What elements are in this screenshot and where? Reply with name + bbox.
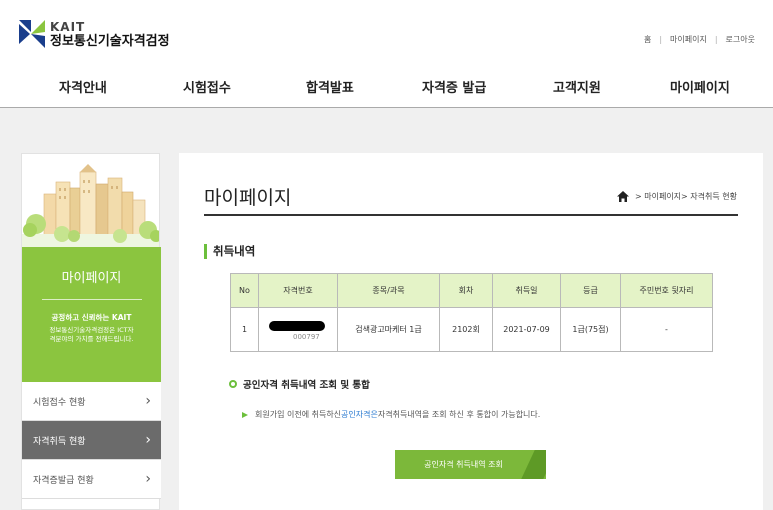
breadcrumb: > 마이페이지 > 자격취득 현황 bbox=[616, 191, 737, 202]
cert-lookup-button[interactable]: 공인자격 취득내역 조회 bbox=[395, 450, 546, 479]
gnb-item-results[interactable]: 합격발표 bbox=[306, 77, 354, 96]
section-bar bbox=[204, 243, 207, 259]
site-logo[interactable]: KAIT 정보통신기술자격검정 bbox=[19, 20, 170, 48]
chevron-right-icon: › bbox=[145, 471, 151, 487]
column-header: 주민번호 뒷자리 bbox=[620, 273, 713, 308]
cell-subject: 검색광고마케터 1급 bbox=[337, 307, 440, 352]
title-divider bbox=[204, 214, 738, 216]
table-row: 1 000797 검색광고마케터 1급 2102회 2021-07-09 1급(… bbox=[230, 307, 713, 352]
sidebar-description: 정보통신기술자격검정은 ICT자격분야의 가치를 전해드립니다. bbox=[49, 326, 134, 343]
column-header: 회차 bbox=[439, 273, 493, 308]
sidebar-title: 마이페이지 bbox=[61, 271, 122, 286]
util-home-link[interactable]: 홈 bbox=[644, 34, 651, 45]
cell-date: 2021-07-09 bbox=[492, 307, 561, 352]
section-title: 취득내역 bbox=[213, 244, 256, 258]
sidebar-item-label: 자격취득 현황 bbox=[33, 436, 86, 447]
sidebar-item-label: 시험접수 현황 bbox=[33, 397, 86, 408]
main-content: 마이페이지 > 마이페이지 > 자격취득 현황 취득내역 No 자격번호 종목/… bbox=[179, 153, 763, 510]
column-header: 등급 bbox=[560, 273, 621, 308]
sidebar-menu: 시험접수 현황 › 자격취득 현황 › 자격증발급 현황 › bbox=[22, 382, 161, 499]
gnb-item-support[interactable]: 고객지원 bbox=[553, 77, 601, 96]
utility-links: 홈 | 마이페이지 | 로그아웃 bbox=[644, 34, 755, 45]
chevron-right-icon: › bbox=[145, 432, 151, 448]
cell-cert-no: 000797 bbox=[258, 307, 338, 352]
logo-name-text: 정보통신기술자격검정 bbox=[50, 33, 170, 49]
circle-bullet-icon bbox=[229, 380, 237, 388]
sidebar-item-cert-status[interactable]: 자격취득 현황 › bbox=[22, 421, 161, 460]
cell-rrn: - bbox=[620, 307, 713, 352]
util-mypage-link[interactable]: 마이페이지 bbox=[670, 34, 707, 45]
column-header: 자격번호 bbox=[258, 273, 338, 308]
logo-kait-text: KAIT bbox=[50, 19, 86, 34]
gnb-item-cert-issue[interactable]: 자격증 발급 bbox=[422, 77, 486, 96]
table-header-row: No 자격번호 종목/과목 회차 취득일 등급 주민번호 뒷자리 bbox=[230, 273, 713, 308]
gnb-item-cert-info[interactable]: 자격안내 bbox=[59, 77, 107, 96]
top-header: KAIT 정보통신기술자격검정 홈 | 마이페이지 | 로그아웃 자격안내 시험… bbox=[0, 0, 773, 108]
sidebar-slogan: 공정하고 신뢰하는 KAIT bbox=[51, 313, 132, 322]
column-header: 취득일 bbox=[492, 273, 561, 308]
breadcrumb-item-current: 자격취득 현황 bbox=[690, 192, 737, 201]
page-title: 마이페이지 bbox=[204, 187, 292, 209]
cert-lookup-button-label: 공인자격 취득내역 조회 bbox=[424, 460, 503, 469]
home-icon[interactable] bbox=[616, 191, 629, 202]
acquisition-table: No 자격번호 종목/과목 회차 취득일 등급 주민번호 뒷자리 1 00079… bbox=[230, 273, 713, 352]
section-heading: 취득내역 bbox=[204, 243, 255, 259]
city-illustration bbox=[22, 154, 159, 247]
note-link[interactable]: 공인자격은 bbox=[341, 409, 378, 420]
gnb-item-mypage[interactable]: 마이페이지 bbox=[670, 77, 730, 96]
column-header: 종목/과목 bbox=[337, 273, 440, 308]
breadcrumb-separator: > bbox=[634, 192, 645, 201]
breadcrumb-separator: > bbox=[681, 192, 691, 201]
util-logout-link[interactable]: 로그아웃 bbox=[726, 34, 755, 45]
util-separator: | bbox=[659, 35, 663, 44]
breadcrumb-item-mypage[interactable]: 마이페이지 bbox=[644, 191, 681, 202]
util-separator: | bbox=[714, 35, 718, 44]
sidebar-item-exam-status[interactable]: 시험접수 현황 › bbox=[22, 382, 161, 421]
column-header: No bbox=[230, 273, 259, 308]
sidebar-title-panel: 마이페이지 공정하고 신뢰하는 KAIT 정보통신기술자격검정은 ICT자격분야… bbox=[22, 247, 161, 382]
sidebar-item-issue-status[interactable]: 자격증발급 현황 › bbox=[22, 460, 161, 499]
sidebar-divider bbox=[41, 299, 142, 300]
triangle-bullet-icon bbox=[242, 411, 248, 418]
subsection-title: 공인자격 취득내역 조회 및 통합 bbox=[243, 380, 370, 391]
cell-grade: 1급(75점) bbox=[560, 307, 621, 352]
subsection-heading: 공인자격 취득내역 조회 및 통합 bbox=[229, 377, 370, 391]
sidebar: 마이페이지 공정하고 신뢰하는 KAIT 정보통신기술자격검정은 ICT자격분야… bbox=[21, 153, 161, 510]
note-text-after: 자격취득내역을 조회 하신 후 통합이 가능합니다. bbox=[377, 410, 541, 419]
kait-logo-icon bbox=[19, 20, 45, 48]
cert-no-partial: 000797 bbox=[293, 332, 320, 341]
chevron-right-icon: › bbox=[145, 393, 151, 409]
redaction-mark bbox=[269, 320, 325, 331]
cell-round: 2102회 bbox=[439, 307, 493, 352]
cell-no: 1 bbox=[230, 307, 259, 352]
sidebar-item-label: 자격증발급 현황 bbox=[33, 475, 94, 486]
info-note: 회원가입 이전에 취득하신 공인자격은 자격취득내역을 조회 하신 후 통합이 … bbox=[242, 409, 540, 420]
note-text-before: 회원가입 이전에 취득하신 bbox=[255, 410, 342, 419]
gnb-item-exam-apply[interactable]: 시험접수 bbox=[183, 77, 231, 96]
